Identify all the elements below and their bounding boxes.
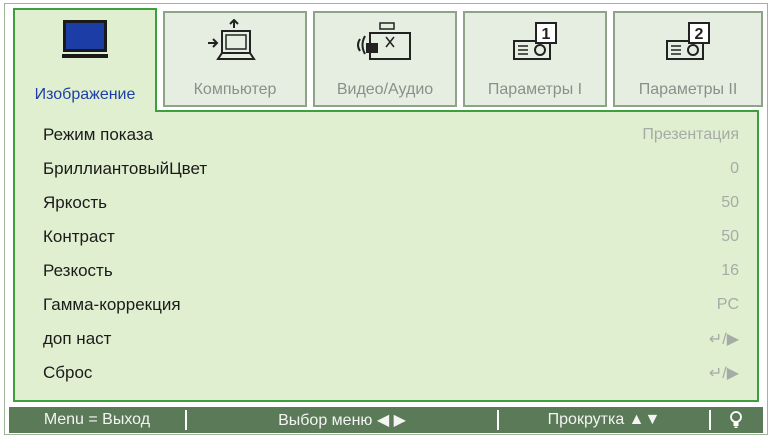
footer-hint-bar: Menu = Выход Выбор меню ◀ ▶ Прокрутка ▲▼ — [9, 407, 763, 433]
setting-sharpness[interactable]: Резкость 16 — [15, 254, 757, 288]
tab-image[interactable]: Изображение — [13, 8, 157, 112]
setting-value: PC — [716, 296, 739, 313]
video-audio-icon — [357, 22, 411, 60]
tab-settings-2[interactable]: 2 Параметры II — [613, 11, 763, 107]
setting-value: 16 — [721, 262, 739, 279]
setting-display-mode[interactable]: Режим показа Презентация — [15, 118, 757, 152]
computer-icon — [208, 19, 256, 60]
enter-arrow-icon: ↵/▶ — [708, 365, 739, 382]
setting-contrast[interactable]: Контраст 50 — [15, 220, 757, 254]
settings-2-icon: 2 — [666, 22, 710, 60]
svg-text:1: 1 — [542, 26, 551, 43]
tab-video-audio[interactable]: Видео/Аудио — [313, 11, 457, 107]
setting-value: 50 — [721, 228, 739, 245]
setting-label: Яркость — [43, 193, 107, 212]
setting-value: Презентация — [642, 126, 739, 143]
setting-value: 50 — [721, 194, 739, 211]
setting-label: БриллиантовыйЦвет — [43, 159, 208, 178]
tab-label: Параметры I — [487, 81, 583, 98]
settings-1-icon: 1 — [513, 22, 557, 60]
osd-menu: Изображение Компьютер Видео/Аудио 1 Пара… — [4, 3, 768, 435]
setting-label: Резкость — [43, 261, 113, 280]
setting-label: доп наст — [43, 329, 112, 348]
footer-select-hint: Выбор меню ◀ ▶ — [278, 412, 406, 429]
setting-reset[interactable]: Сброс ↵/▶ — [15, 356, 757, 390]
tab-computer[interactable]: Компьютер — [163, 11, 307, 107]
tab-bar: Изображение Компьютер Видео/Аудио 1 Пара… — [5, 4, 767, 112]
setting-brilliant-color[interactable]: БриллиантовыйЦвет 0 — [15, 152, 757, 186]
lightbulb-icon — [711, 411, 761, 429]
tab-label: Видео/Аудио — [336, 81, 434, 98]
setting-brightness[interactable]: Яркость 50 — [15, 186, 757, 220]
setting-advanced[interactable]: доп наст ↵/▶ — [15, 322, 757, 356]
footer-scroll-hint: Прокрутка ▲▼ — [547, 411, 661, 428]
settings-panel: Режим показа Презентация БриллиантовыйЦв… — [13, 110, 759, 402]
setting-gamma[interactable]: Гамма-коррекция PC — [15, 288, 757, 322]
setting-label: Сброс — [43, 363, 93, 382]
setting-label: Контраст — [43, 227, 115, 246]
setting-label: Гамма-коррекция — [43, 295, 181, 314]
setting-label: Режим показа — [43, 125, 154, 144]
tab-settings-1[interactable]: 1 Параметры I — [463, 11, 607, 107]
display-icon — [62, 20, 108, 58]
enter-arrow-icon: ↵/▶ — [708, 331, 739, 348]
tab-label: Компьютер — [193, 81, 277, 98]
tab-label: Параметры II — [638, 81, 738, 98]
tab-label: Изображение — [34, 86, 136, 103]
setting-value: 0 — [730, 160, 739, 177]
svg-text:2: 2 — [695, 26, 704, 43]
footer-exit-hint: Menu = Выход — [43, 411, 151, 428]
